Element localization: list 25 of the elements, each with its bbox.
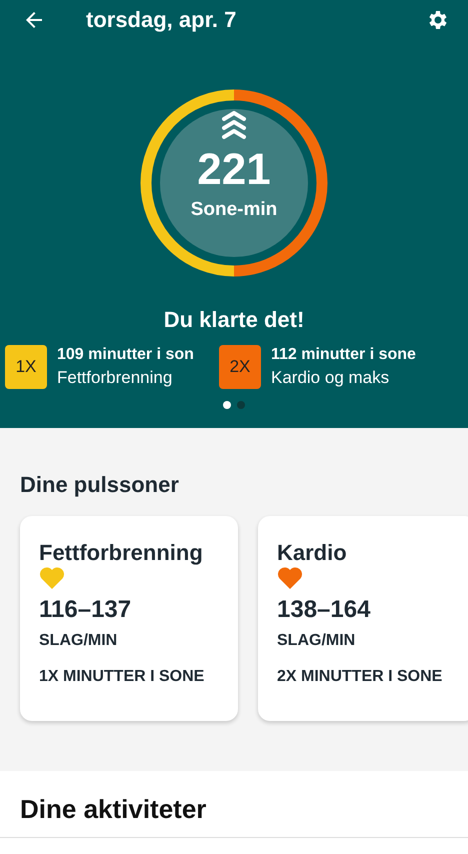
achievement-message: Du klarte det! [164, 307, 304, 333]
zone-multiplier: 1X MINUTTER I SONE [39, 668, 204, 686]
zone-minutes-value: 221 [197, 145, 271, 195]
bpm-range: 116–137 [39, 596, 132, 624]
multiplier-badge: 1X [5, 345, 47, 389]
page-dot[interactable] [237, 401, 245, 409]
section-heading: Dine pulssoner [20, 472, 180, 498]
zone-title: Fettforbrenning [39, 540, 203, 566]
bpm-unit: SLAG/MIN [39, 632, 118, 650]
zone-name: Fettforbrenning [57, 368, 174, 388]
zone-card[interactable]: Kardio 138–164 SLAG/MIN 2X MINUTTER I SONE [258, 516, 468, 721]
zone-minutes-label: Sone-min [190, 199, 278, 221]
chevrons-icon [222, 111, 246, 141]
zone-card[interactable]: Fettforbrenning 116–137 SLAG/MIN 1X MINUTTER I SONE [20, 516, 238, 721]
section-heading: Dine aktiviteter [20, 794, 208, 825]
screen-title: torsdag, apr. 7 [86, 6, 238, 32]
bpm-unit: SLAG/MIN [277, 632, 356, 650]
zone-multiplier: 2X MINUTTER I SONE [277, 668, 442, 686]
zone-title: Kardio [277, 540, 347, 566]
zone-name: Kardio og maks [271, 368, 390, 388]
bpm-range: 138–164 [277, 596, 370, 624]
zone-minutes: 109 minutter i son [57, 346, 194, 364]
zone-minutes: 112 minutter i sone [271, 346, 416, 364]
multiplier-badge: 2X [219, 345, 261, 389]
page-dot[interactable] [223, 401, 231, 409]
